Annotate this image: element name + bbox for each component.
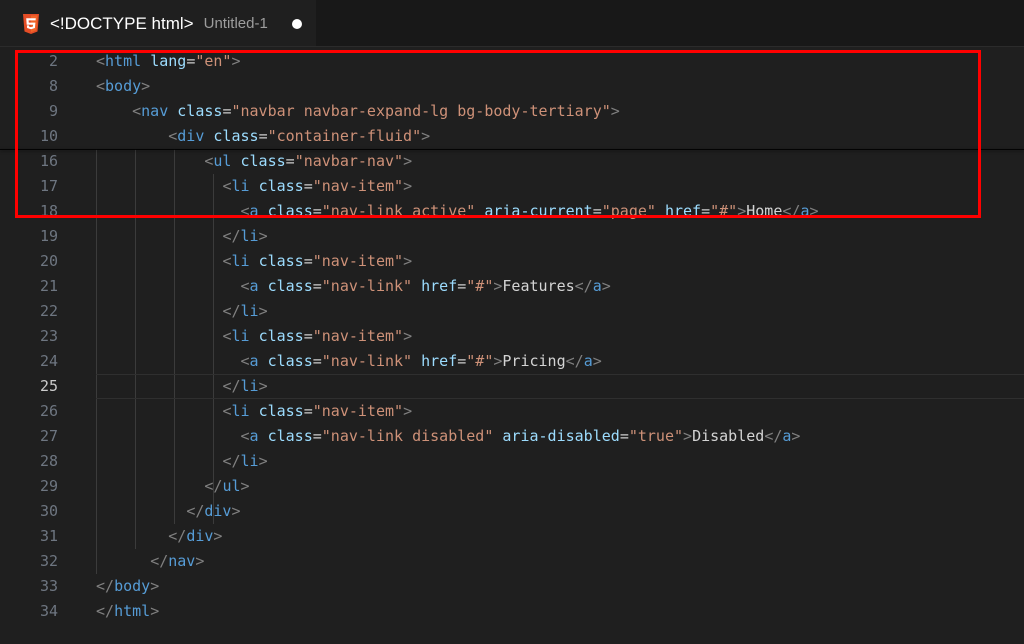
line-number: 25	[39, 377, 58, 395]
code-line[interactable]: 32 </nav>	[0, 549, 1024, 574]
line-code: <a class="nav-link disabled" aria-disabl…	[240, 427, 801, 445]
line-number: 30	[39, 502, 58, 520]
line-number: 31	[39, 527, 58, 545]
line-number: 19	[39, 227, 58, 245]
code-line[interactable]: 21 <a class="nav-link" href="#">Features…	[0, 274, 1024, 299]
code-line[interactable]: 24 <a class="nav-link" href="#">Pricing<…	[0, 349, 1024, 374]
code-line[interactable]: 19 </li>	[0, 224, 1024, 249]
code-line[interactable]: 23 <li class="nav-item">	[0, 324, 1024, 349]
line-code: </nav>	[150, 552, 205, 570]
line-code: <li class="nav-item">	[222, 402, 413, 420]
html5-icon	[22, 13, 40, 34]
code-line[interactable]: 20 <li class="nav-item">	[0, 249, 1024, 274]
unsaved-dot-icon[interactable]	[291, 18, 302, 29]
line-number: 34	[39, 602, 58, 620]
line-number: 32	[39, 552, 58, 570]
line-code: </html>	[96, 602, 160, 620]
highlight-annotation-box	[15, 50, 981, 218]
line-code: </ul>	[204, 477, 250, 495]
tab-bar: <!DOCTYPE html> Untitled-1	[0, 0, 1024, 47]
code-line[interactable]: 27 <a class="nav-link disabled" aria-dis…	[0, 424, 1024, 449]
tab-title: <!DOCTYPE html>	[50, 13, 194, 33]
line-code: <li class="nav-item">	[222, 327, 413, 345]
code-line[interactable]: 31 </div>	[0, 524, 1024, 549]
line-number: 23	[39, 327, 58, 345]
tab-filename: Untitled-1	[203, 15, 268, 32]
code-line[interactable]: 34 </html>	[0, 599, 1024, 624]
code-line[interactable]: 33 </body>	[0, 574, 1024, 599]
line-number: 29	[39, 477, 58, 495]
line-code: <a class="nav-link" href="#">Features</a…	[240, 277, 611, 295]
line-code: </li>	[222, 302, 268, 320]
line-code: </div>	[186, 502, 241, 520]
line-number: 24	[39, 352, 58, 370]
line-code: </div>	[168, 527, 223, 545]
line-code: </body>	[96, 577, 160, 595]
line-code: </li>	[222, 452, 268, 470]
line-number: 22	[39, 302, 58, 320]
line-number: 27	[39, 427, 58, 445]
code-line[interactable]: 30 </div>	[0, 499, 1024, 524]
code-line[interactable]: 28 </li>	[0, 449, 1024, 474]
line-number: 21	[39, 277, 58, 295]
line-number: 33	[39, 577, 58, 595]
editor-tab[interactable]: <!DOCTYPE html> Untitled-1	[0, 0, 316, 46]
line-number: 26	[39, 402, 58, 420]
line-number: 28	[39, 452, 58, 470]
line-code: <li class="nav-item">	[222, 252, 413, 270]
line-code: <a class="nav-link" href="#">Pricing</a>	[240, 352, 602, 370]
code-line[interactable]: 22 </li>	[0, 299, 1024, 324]
line-code: </li>	[222, 377, 268, 395]
code-line[interactable]: 29 </ul>	[0, 474, 1024, 499]
line-code: </li>	[222, 227, 268, 245]
line-number: 20	[39, 252, 58, 270]
editor-window: <!DOCTYPE html> Untitled-1 2 <html lang="…	[0, 0, 1024, 644]
code-line[interactable]: 26 <li class="nav-item">	[0, 399, 1024, 424]
code-line[interactable]: 25 </li>	[0, 374, 1024, 399]
